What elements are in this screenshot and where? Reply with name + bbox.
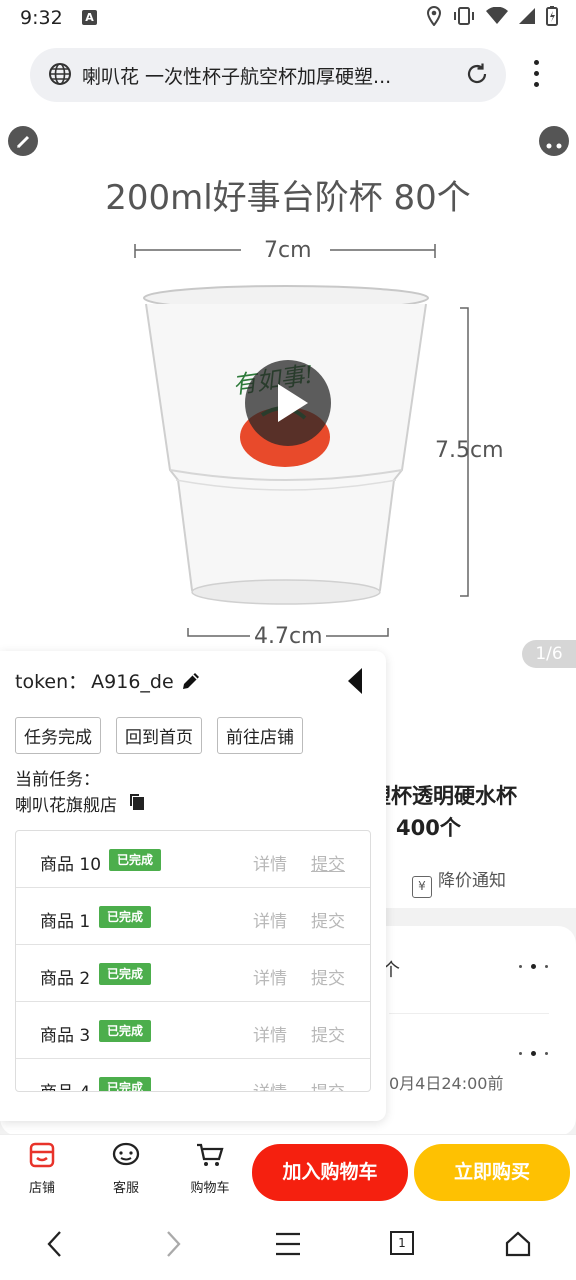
current-task-value: 喇叭花旗舰店 bbox=[15, 796, 117, 816]
service-button[interactable]: 客服 bbox=[96, 1141, 156, 1196]
bottom-action-bar: 店铺 客服 购物车 加入购物车 立即购买 bbox=[0, 1134, 576, 1208]
item-detail-link[interactable]: 详情 bbox=[253, 964, 287, 989]
hamburger-icon[interactable] bbox=[274, 1230, 302, 1262]
status-bar: 9:32 A bbox=[0, 0, 576, 36]
item-detail-link[interactable]: 详情 bbox=[253, 907, 287, 932]
go-store-button[interactable]: 前往店铺 bbox=[217, 717, 303, 754]
item-detail-link[interactable]: 详情 bbox=[253, 850, 287, 875]
task-items-list[interactable]: 商品 10 已完成 详情 提交 商品 1 已完成 详情 提交 商品 2 已完成 … bbox=[15, 830, 371, 1092]
current-task-label: 当前任务： bbox=[15, 770, 100, 790]
delivery-text: 0月4日24:00前 bbox=[389, 1074, 504, 1093]
price-notice-label: 降价通知 bbox=[438, 871, 506, 891]
status-badge: 已完成 bbox=[99, 1077, 152, 1091]
signal-icon bbox=[518, 7, 536, 29]
item-name: 商品 3 bbox=[40, 1026, 91, 1046]
location-icon bbox=[426, 5, 442, 30]
image-page-indicator: 1/6 bbox=[522, 640, 576, 668]
task-item-row: 商品 10 已完成 详情 提交 bbox=[16, 831, 370, 888]
status-badge: 已完成 bbox=[99, 963, 152, 985]
system-nav-bar: 1 bbox=[0, 1208, 576, 1280]
delivery-more-icon[interactable] bbox=[519, 1051, 549, 1058]
notification-a-icon: A bbox=[82, 10, 97, 25]
more-circle-icon[interactable] bbox=[539, 126, 569, 156]
product-image-title: 200ml好事台阶杯 80个 bbox=[105, 178, 471, 218]
wifi-icon bbox=[486, 6, 508, 29]
edit-circle-icon[interactable] bbox=[8, 126, 38, 156]
task-done-button[interactable]: 任务完成 bbox=[15, 717, 101, 754]
globe-icon bbox=[48, 62, 72, 90]
forward-icon[interactable] bbox=[162, 1230, 184, 1262]
token-label: token： bbox=[15, 671, 88, 693]
item-detail-link[interactable]: 详情 bbox=[253, 1078, 287, 1091]
cart-label: 购物车 bbox=[190, 1181, 230, 1196]
store-label: 店铺 bbox=[28, 1181, 55, 1196]
task-item-row: 商品 2 已完成 详情 提交 bbox=[16, 945, 370, 1002]
price-notice-button[interactable]: ¥ 降价通知 bbox=[412, 866, 506, 898]
store-icon bbox=[29, 1142, 55, 1168]
item-submit-link[interactable]: 提交 bbox=[311, 1021, 345, 1046]
cart-button[interactable]: 购物车 bbox=[180, 1141, 240, 1196]
task-overlay-panel: token： A916_de 任务完成 回到首页 前往店铺 当前任务： 喇叭花旗舰… bbox=[0, 651, 386, 1121]
item-detail-link[interactable]: 详情 bbox=[253, 1021, 287, 1046]
tabs-button[interactable]: 1 bbox=[389, 1230, 415, 1256]
status-time: 9:32 bbox=[20, 7, 63, 29]
status-badge: 已完成 bbox=[99, 1020, 152, 1042]
back-home-button[interactable]: 回到首页 bbox=[116, 717, 202, 754]
copy-icon[interactable] bbox=[128, 793, 146, 815]
item-name: 商品 2 bbox=[40, 969, 91, 989]
back-icon[interactable] bbox=[44, 1230, 66, 1262]
service-label: 客服 bbox=[112, 1181, 139, 1196]
price-notice-icon: ¥ bbox=[412, 876, 432, 898]
item-submit-link[interactable]: 提交 bbox=[311, 907, 345, 932]
item-name: 商品 1 bbox=[40, 912, 91, 932]
play-video-button[interactable] bbox=[245, 360, 331, 446]
reload-icon[interactable] bbox=[464, 61, 490, 91]
spec-more-icon[interactable] bbox=[519, 964, 549, 971]
status-icons bbox=[426, 5, 558, 30]
dimension-width: 7cm bbox=[264, 238, 312, 263]
task-item-row: 商品 1 已完成 详情 提交 bbox=[16, 888, 370, 945]
item-name: 商品 4 bbox=[40, 1078, 90, 1091]
status-badge: 已完成 bbox=[109, 849, 162, 871]
item-submit-link[interactable]: 提交 bbox=[311, 1078, 345, 1091]
buy-now-button[interactable]: 立即购买 bbox=[414, 1144, 570, 1201]
vibrate-icon bbox=[452, 6, 476, 30]
url-text[interactable]: 喇叭花 一次性杯子航空杯加厚硬塑... bbox=[82, 62, 452, 89]
action-buttons: 任务完成 回到首页 前往店铺 bbox=[15, 717, 303, 754]
tabs-count: 1 bbox=[398, 1236, 406, 1250]
product-title-line2: 400个 bbox=[396, 816, 461, 840]
battery-icon bbox=[546, 6, 558, 30]
dimension-bottom: 4.7cm bbox=[254, 624, 323, 649]
product-title-line1: 塑杯透明硬水杯 bbox=[370, 784, 517, 808]
token-value: A916_de bbox=[91, 671, 174, 693]
item-submit-link[interactable]: 提交 bbox=[311, 850, 345, 875]
product-title: 塑杯透明硬水杯 400个 bbox=[370, 780, 570, 844]
status-badge: 已完成 bbox=[99, 906, 152, 928]
store-button[interactable]: 店铺 bbox=[12, 1141, 72, 1196]
edit-token-icon[interactable] bbox=[180, 670, 202, 696]
collapse-panel-button[interactable] bbox=[348, 668, 362, 694]
menu-icon[interactable] bbox=[528, 60, 544, 90]
play-icon bbox=[278, 384, 308, 422]
home-icon[interactable] bbox=[504, 1230, 532, 1262]
dimension-height: 7.5cm bbox=[435, 438, 504, 463]
task-item-row: 商品 4 已完成 详情 提交 bbox=[16, 1059, 370, 1091]
add-to-cart-button[interactable]: 加入购物车 bbox=[252, 1144, 408, 1201]
item-name: 商品 10 bbox=[40, 855, 102, 875]
token-row: token： A916_de bbox=[15, 667, 174, 694]
divider bbox=[389, 1013, 549, 1014]
item-submit-link[interactable]: 提交 bbox=[311, 964, 345, 989]
url-bar[interactable]: 喇叭花 一次性杯子航空杯加厚硬塑... bbox=[30, 48, 506, 102]
task-item-row: 商品 3 已完成 详情 提交 bbox=[16, 1002, 370, 1059]
cart-icon bbox=[197, 1143, 224, 1166]
service-icon bbox=[112, 1142, 140, 1166]
